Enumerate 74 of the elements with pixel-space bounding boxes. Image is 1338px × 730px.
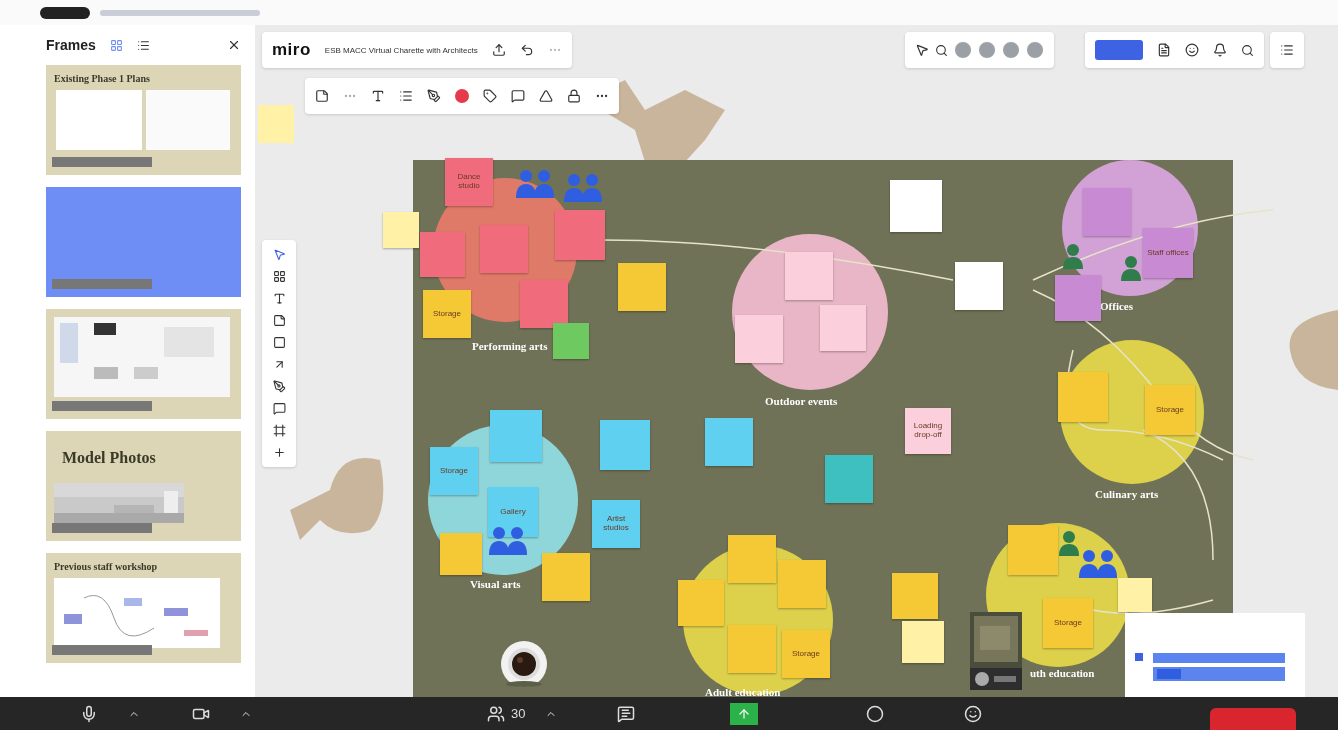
- bell-icon[interactable]: [1213, 43, 1227, 57]
- reactions-icon[interactable]: [964, 704, 983, 723]
- search-icon[interactable]: [935, 43, 948, 57]
- pen-icon[interactable]: [272, 380, 286, 393]
- table-icon[interactable]: [272, 270, 286, 283]
- person-icon: [1062, 243, 1084, 269]
- people-icon: [515, 168, 555, 198]
- warning-icon[interactable]: [539, 89, 553, 103]
- sticky-note[interactable]: Storage: [1145, 385, 1195, 435]
- sticky-note-icon[interactable]: [272, 314, 286, 327]
- undo-icon[interactable]: [519, 43, 534, 57]
- upload-icon[interactable]: [491, 43, 506, 57]
- frame-card[interactable]: Existing Phase 1 Plans: [46, 65, 241, 175]
- sticky-note[interactable]: Storage: [430, 447, 478, 495]
- frame-icon[interactable]: [272, 424, 286, 437]
- chat-icon[interactable]: [617, 704, 636, 723]
- list-view-icon[interactable]: [136, 38, 150, 52]
- align-icon[interactable]: [399, 89, 413, 103]
- zone-label: Performing arts: [472, 340, 548, 352]
- sticky-note[interactable]: Artist studios: [592, 500, 640, 548]
- plus-icon[interactable]: [272, 446, 286, 459]
- person-icon: [1120, 255, 1142, 281]
- people-icon: [488, 525, 528, 555]
- sticky-note-icon[interactable]: [315, 89, 329, 103]
- frame-title: Existing Phase 1 Plans: [54, 73, 151, 84]
- browser-tab[interactable]: [40, 6, 90, 19]
- search-icon[interactable]: [1241, 43, 1254, 57]
- mic-icon[interactable]: [80, 704, 98, 723]
- people-icon: [563, 172, 603, 202]
- sticky-note[interactable]: Gallery: [488, 487, 538, 537]
- person-icon: [1058, 530, 1080, 556]
- zone-label: uth education: [1030, 667, 1095, 679]
- arrow-up-icon: [737, 706, 752, 721]
- close-icon[interactable]: [227, 38, 241, 52]
- rectangle-icon[interactable]: [272, 336, 286, 349]
- avatar[interactable]: [978, 41, 996, 59]
- people-icon: [1078, 548, 1118, 578]
- participants-button[interactable]: 30: [487, 704, 526, 723]
- zone-label: Visual arts: [470, 578, 521, 590]
- frame-card[interactable]: [46, 309, 241, 419]
- sticky-note[interactable]: Storage: [782, 630, 830, 678]
- grid-view-icon[interactable]: [109, 38, 123, 52]
- sticky-note[interactable]: Storage: [1043, 598, 1093, 648]
- panel-title: Frames: [46, 37, 96, 53]
- cursor-icon[interactable]: [915, 43, 929, 57]
- frame-title: Previous staff workshop: [54, 561, 159, 572]
- list-icon[interactable]: [1280, 43, 1294, 57]
- comment-icon[interactable]: [511, 89, 525, 103]
- color-icon[interactable]: [455, 89, 469, 103]
- comment-icon[interactable]: [272, 402, 286, 415]
- reaction-icon[interactable]: [1185, 43, 1199, 57]
- pen-icon[interactable]: [427, 89, 441, 103]
- avatar[interactable]: [954, 41, 972, 59]
- lock-icon[interactable]: [567, 89, 581, 103]
- zone-label: Adult education: [705, 686, 781, 697]
- sticky-note[interactable]: Staff offices: [1143, 228, 1193, 278]
- share-screen-button[interactable]: [730, 702, 759, 725]
- tag-icon[interactable]: [483, 89, 497, 103]
- board-title[interactable]: ESB MACC Virtual Charette with Architects: [324, 45, 478, 55]
- zone-label: Culinary arts: [1095, 488, 1159, 500]
- frame-title: Model Photos: [61, 448, 157, 468]
- sticky-note[interactable]: Storage: [423, 290, 471, 338]
- text-icon[interactable]: [272, 292, 286, 305]
- zone-label: Outdoor events: [765, 395, 838, 407]
- font-icon[interactable]: [371, 89, 385, 103]
- avatar[interactable]: [1026, 41, 1044, 59]
- frame-card[interactable]: Previous staff workshop: [46, 553, 241, 663]
- frame-card[interactable]: Model Photos: [46, 431, 241, 541]
- sticky-note[interactable]: Loading drop-off: [905, 408, 951, 454]
- zone-label: Offices: [1100, 300, 1133, 312]
- record-icon[interactable]: [866, 704, 885, 723]
- miro-logo[interactable]: miro: [272, 40, 311, 60]
- avatar[interactable]: [1002, 41, 1020, 59]
- sticky-note[interactable]: Dance studio: [445, 158, 493, 206]
